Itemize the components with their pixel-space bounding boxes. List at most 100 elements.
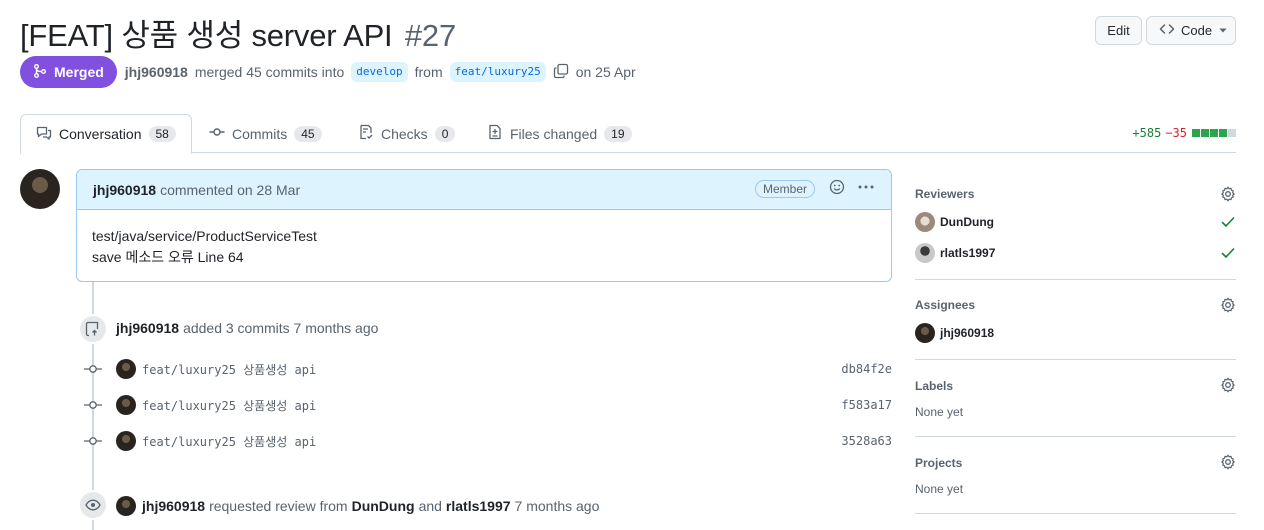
merged-state-badge: Merged (20, 56, 117, 88)
git-commit-icon (209, 124, 225, 143)
diff-deletions: −35 (1165, 126, 1187, 140)
assignees-heading: Assignees (915, 298, 976, 312)
diffstat-block (1201, 129, 1209, 137)
check-icon (1220, 214, 1236, 233)
git-commit-icon (84, 436, 102, 446)
pr-number: #27 (404, 18, 457, 53)
commit-message[interactable]: feat/luxury25 상품생성 api (142, 433, 316, 450)
assignee-item[interactable]: jhj960918 (915, 323, 994, 343)
commit-sha[interactable]: f583a17 (841, 398, 892, 412)
tab-counter: 0 (434, 125, 456, 142)
projects-value: None yet (915, 482, 964, 496)
avatar[interactable] (116, 431, 136, 451)
pr-author-link[interactable]: jhj960918 (125, 64, 188, 80)
event-text: requested review from (209, 498, 348, 514)
diffstat-blocks (1191, 126, 1236, 140)
event-text: and (418, 498, 442, 514)
tab-label: Conversation (59, 126, 142, 142)
member-badge: Member (754, 180, 815, 198)
base-branch[interactable]: develop (351, 62, 408, 82)
diffstat: +585 −35 (1132, 126, 1236, 140)
event-author[interactable]: jhj960918 (116, 320, 179, 336)
gear-icon[interactable] (1220, 454, 1236, 473)
reviewer-item[interactable]: DunDung (915, 212, 994, 232)
git-merge-icon (32, 63, 48, 82)
gear-icon[interactable] (1220, 186, 1236, 205)
avatar (915, 323, 935, 343)
code-button-label: Code (1181, 23, 1213, 38)
commit-message[interactable]: feat/luxury25 상품생성 api (142, 361, 316, 378)
edit-button[interactable]: Edit (1095, 16, 1142, 45)
commit-row: feat/luxury25 상품생성 api 3528a63 (84, 430, 892, 452)
comment-header: jhj960918 commented on 28 Mar Member (77, 170, 891, 210)
commit-row: feat/luxury25 상품생성 api f583a17 (84, 394, 892, 416)
tab-commits[interactable]: Commits 45 (194, 114, 337, 153)
commit-sha[interactable]: 3528a63 (841, 434, 892, 448)
copy-icon[interactable] (553, 63, 569, 82)
avatar[interactable] (116, 359, 136, 379)
gear-icon[interactable] (1220, 377, 1236, 396)
avatar (915, 212, 935, 232)
tab-files-changed[interactable]: Files changed 19 (472, 114, 647, 153)
tab-counter: 19 (604, 125, 632, 142)
tab-conversation[interactable]: Conversation 58 (20, 114, 192, 154)
commits-event: jhj960918 added 3 commits 7 months ago (116, 320, 378, 336)
comment-discussion-icon (36, 125, 52, 144)
comment-author[interactable]: jhj960918 (93, 182, 156, 198)
merge-date: on 25 Apr (575, 64, 636, 80)
avatar[interactable] (116, 395, 136, 415)
comment-body-line: save 메소드 오류 Line 64 (92, 249, 244, 265)
gear-icon[interactable] (1220, 297, 1236, 316)
diff-additions: +585 (1132, 126, 1162, 140)
commit-message[interactable]: feat/luxury25 상품생성 api (142, 397, 316, 414)
diffstat-block (1192, 129, 1200, 137)
projects-section: Projects None yet (915, 437, 1236, 514)
avatar[interactable] (116, 496, 136, 516)
avatar[interactable] (20, 169, 60, 209)
git-commit-icon (84, 364, 102, 374)
tab-label: Checks (381, 125, 428, 142)
comment-body-line: test/java/service/ProductServiceTest (92, 228, 317, 244)
pr-title-text: [FEAT] 상품 생성 server API (20, 18, 393, 53)
diffstat-block (1210, 129, 1218, 137)
merged-text: merged 45 commits into (194, 64, 345, 80)
reviewer-link[interactable]: DunDung (352, 498, 415, 514)
code-button[interactable]: Code (1146, 16, 1236, 45)
labels-heading: Labels (915, 379, 954, 393)
reviewer-item[interactable]: rlatls1997 (915, 243, 995, 263)
assignees-section: Assignees jhj960918 (915, 280, 1236, 360)
file-diff-icon (487, 124, 503, 143)
head-branch[interactable]: feat/luxury25 (449, 62, 546, 82)
merged-state-label: Merged (54, 64, 104, 80)
eye-icon (78, 490, 108, 520)
reviewer-name: rlatls1997 (940, 246, 996, 260)
from-text: from (414, 64, 443, 80)
review-event: jhj960918 requested review from DunDung … (116, 496, 599, 516)
projects-heading: Projects (915, 456, 963, 470)
assignee-name: jhj960918 (940, 326, 995, 340)
kebab-horizontal-icon[interactable] (857, 179, 875, 198)
event-text: added 3 commits 7 months ago (183, 320, 379, 336)
tab-counter: 45 (294, 125, 322, 142)
tab-label: Commits (232, 125, 288, 142)
tab-label: Files changed (510, 125, 598, 142)
event-author[interactable]: jhj960918 (142, 498, 205, 514)
event-time[interactable]: 7 months ago (515, 498, 600, 514)
reviewers-heading: Reviewers (915, 187, 975, 201)
reviewer-name: DunDung (940, 215, 994, 229)
reviewer-link[interactable]: rlatls1997 (446, 498, 511, 514)
comment-body: test/java/service/ProductServiceTest sav… (77, 210, 891, 281)
check-icon (1220, 245, 1236, 264)
labels-section: Labels None yet (915, 360, 1236, 437)
diffstat-block (1219, 129, 1227, 137)
labels-value: None yet (915, 405, 964, 419)
avatar (915, 243, 935, 263)
comment-action[interactable]: commented on 28 Mar (160, 182, 300, 198)
comment-box: jhj960918 commented on 28 Mar Member tes… (76, 169, 892, 282)
pr-tabs: Conversation 58 Commits 45 Checks 0 File… (20, 114, 1236, 154)
commit-sha[interactable]: db84f2e (841, 362, 892, 376)
tab-checks[interactable]: Checks 0 (343, 114, 470, 153)
smiley-icon[interactable] (829, 179, 845, 198)
pr-meta: Merged jhj960918 merged 45 commits into … (20, 56, 636, 88)
triangle-down-icon (1218, 23, 1228, 38)
